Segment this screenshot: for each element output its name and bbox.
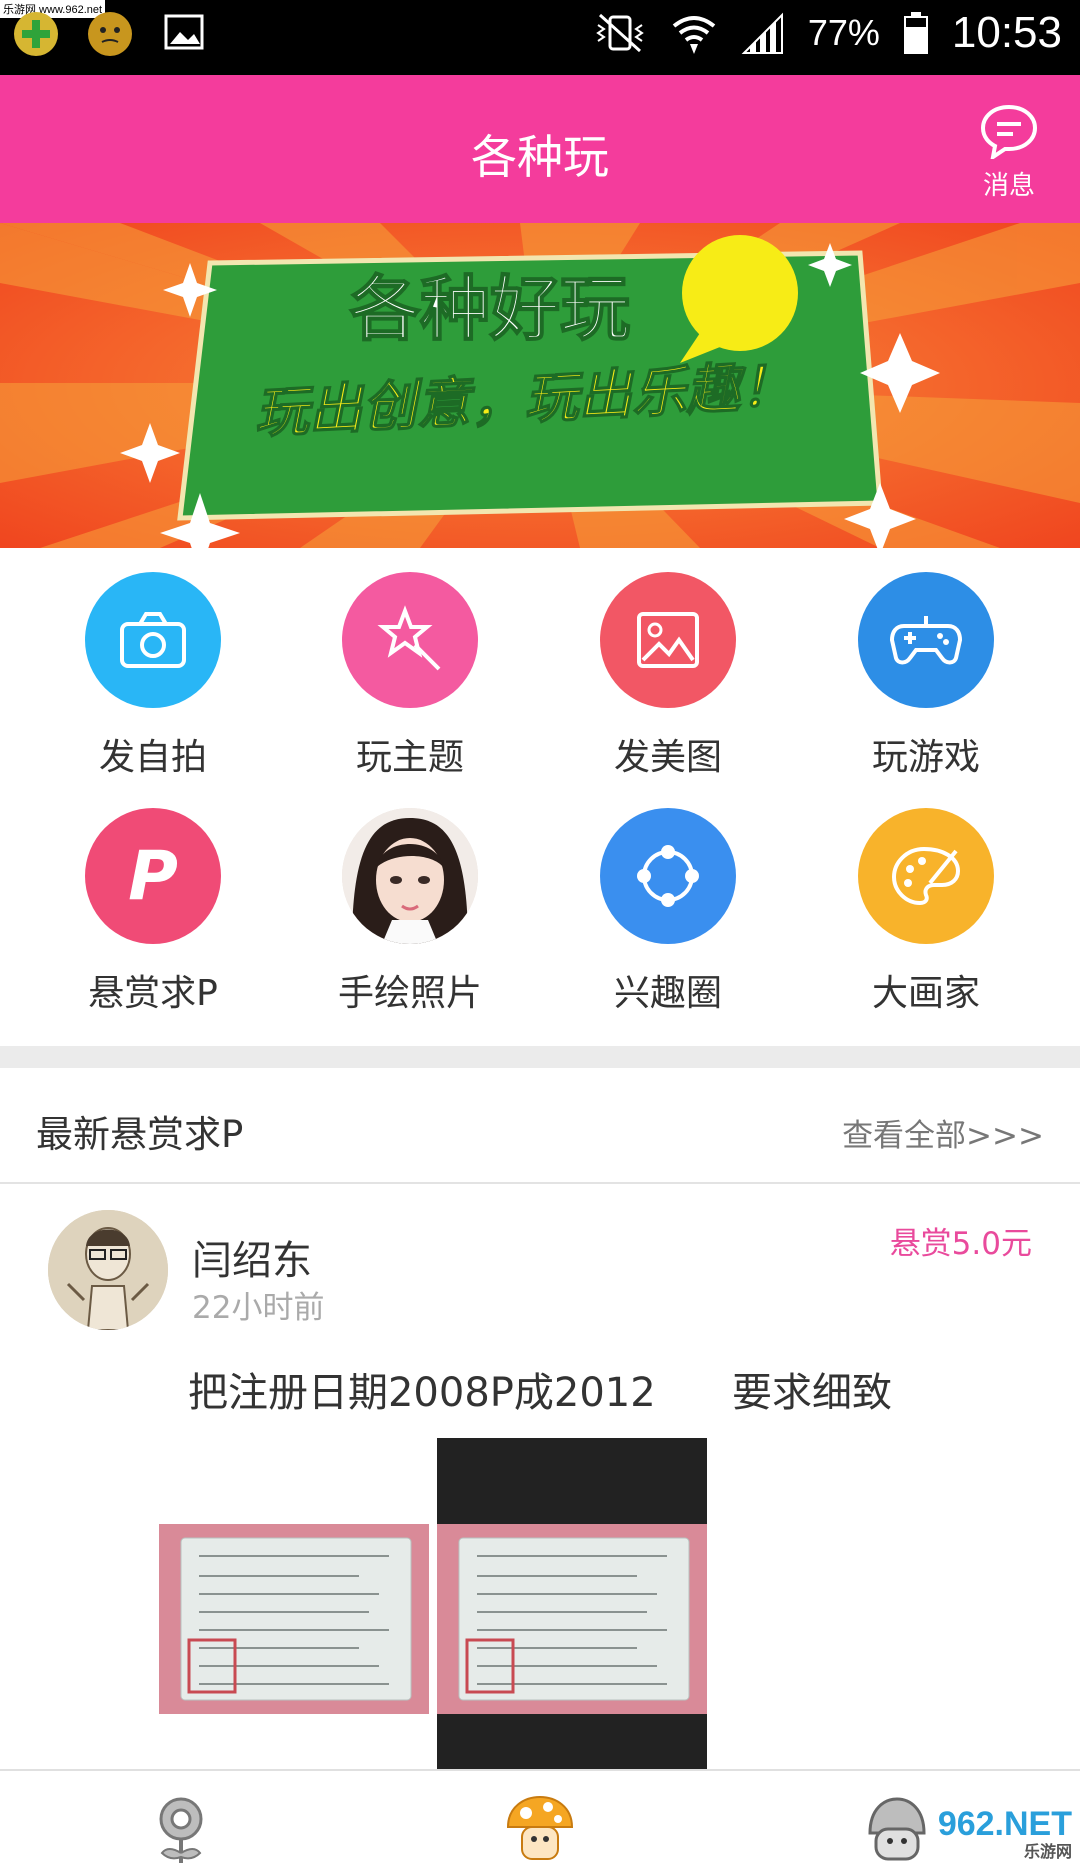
feature-interest-circle[interactable]: 兴趣圈 [533,808,803,1016]
notification-icons [14,10,206,58]
feature-bounty-p[interactable]: P 悬赏求P [18,808,288,1016]
camera-icon [85,572,221,708]
image-notification-icon [162,10,206,58]
post-text: 把注册日期2008P成2012 要求细致 [187,1370,892,1416]
messages-button[interactable]: 消息 [976,103,1042,202]
feature-theme[interactable]: 玩主题 [275,572,545,780]
battery-icon [903,12,928,54]
picture-icon [600,572,736,708]
flower-icon [159,1797,203,1863]
feature-label: 手绘照片 [337,973,482,1014]
reward-badge: 悬赏5.0元 [889,1226,1032,1262]
tab-discover[interactable] [504,1793,574,1863]
palette-icon [858,808,994,944]
signal-icon [741,12,783,54]
banner-headline: 各种好玩 [350,268,630,350]
face-icon [88,12,132,56]
feature-label: 悬赏求P [88,973,218,1014]
bounty-post[interactable]: 闫绍东 22小时前 悬赏5.0元 把注册日期2008P成2012 要求细致 [0,1184,1080,1770]
feature-label: 发美图 [613,737,722,778]
clock: 10:53 [951,8,1062,57]
post-image-original[interactable] [159,1524,429,1714]
magic-wand-star-icon [342,572,478,708]
post-username[interactable]: 闫绍东 [192,1228,312,1286]
svg-text:P: P [128,841,178,911]
feature-label: 玩主题 [355,737,464,778]
section-header: 最新悬赏求P 查看全部>>> [0,1068,1080,1184]
section-divider [0,1046,1080,1068]
vibrate-mute-icon [596,13,644,53]
messages-label: 消息 [982,171,1035,201]
feature-painter[interactable]: 大画家 [791,808,1061,1016]
watermark-logo: 962.NET 乐游网 [938,1805,1072,1862]
feature-label: 大画家 [871,973,980,1014]
page-title: 各种玩 [471,130,609,184]
feature-label: 发自拍 [98,737,207,778]
feature-pictures[interactable]: 发美图 [533,572,803,780]
feature-selfie[interactable]: 发自拍 [18,572,288,780]
feature-label: 玩游戏 [871,737,980,778]
app-plus-icon [14,12,58,56]
chat-bubble-icon [980,104,1038,162]
feature-hand-drawn[interactable]: 手绘照片 [275,808,545,1016]
section-title: 最新悬赏求P [36,1113,244,1156]
feature-games[interactable]: 玩游戏 [791,572,1061,780]
post-image-edited[interactable] [437,1438,707,1770]
status-bar: 乐游网 www.962.net 77% 10:53 [0,0,1080,75]
feature-label: 兴趣圈 [613,973,722,1014]
post-time: 22小时前 [192,1290,325,1326]
battery-percent: 77% [807,12,880,53]
feature-grid: 发自拍 玩主题 发美图 玩游戏 P 悬赏求P 手绘照片 兴趣圈 大画家 [0,548,1080,1048]
avatar[interactable] [48,1210,168,1330]
circle-nodes-icon [600,808,736,944]
banner-art: 各种好玩 玩出创意，玩出乐趣！ [0,223,1080,548]
portrait-photo [342,808,478,944]
tab-home[interactable] [146,1793,216,1863]
view-all-link[interactable]: 查看全部>>> [842,1110,1044,1155]
promo-banner[interactable]: 各种好玩 玩出创意，玩出乐趣！ [0,223,1080,548]
gamepad-icon [858,572,994,708]
app-header: 各种玩 消息 [0,75,1080,223]
p-letter-icon: P [85,808,221,944]
mushroom-icon [506,1795,574,1860]
robot-icon [868,1797,926,1861]
wifi-icon [672,16,716,54]
tab-profile[interactable] [862,1793,932,1863]
bottom-tab-bar: 962.NET 乐游网 [0,1769,1080,1868]
